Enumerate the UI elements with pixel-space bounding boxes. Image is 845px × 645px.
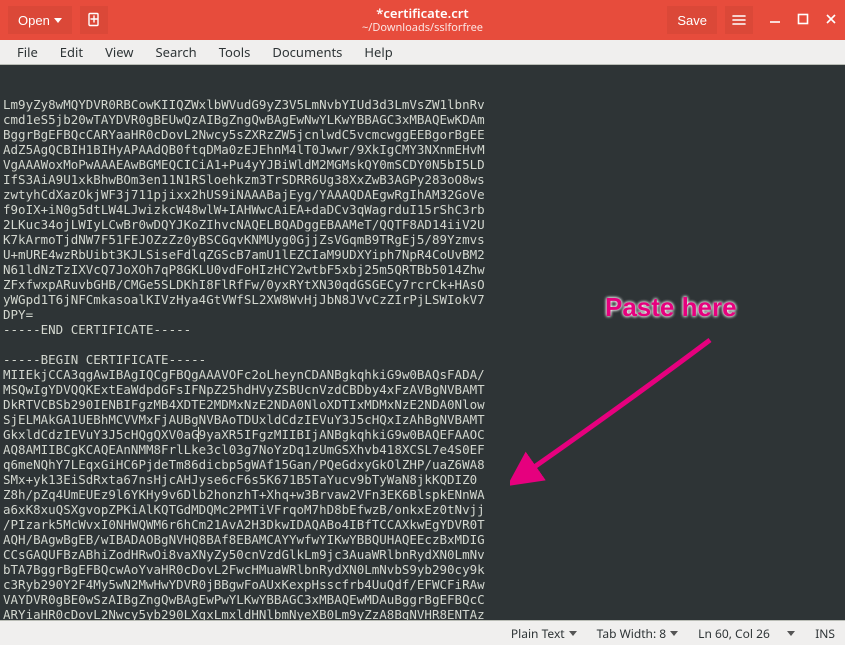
editor-line: AdZ5AgQCBIH1BIHyAPAAdQB0ftqDMa0zEJEhnM4l… xyxy=(3,142,842,157)
open-label: Open xyxy=(18,13,50,28)
editor-line: bTA7BggrBgEFBQcwAoYvaHR0cDovL2FwcHMuaWRl… xyxy=(3,562,842,577)
editor-line: VAYDVR0gBE0wSzAIBgZngQwBAgEwPwYLKwYBBAGC… xyxy=(3,592,842,607)
menu-search[interactable]: Search xyxy=(147,40,206,64)
editor-line: f9oIX+iN0g5dtLW4LJwizkcW48wlW+IAHWwcAiEA… xyxy=(3,202,842,217)
editor-line: zwtyhCdXazOkjWF3j711pjixx2hUS9iNAAABajEy… xyxy=(3,187,842,202)
editor-line: ZFxfwxpARuvbGHB/CMGe5SLDKhI8FlRfFw/0yxRY… xyxy=(3,277,842,292)
editor-line: AQH/BAgwBgEB/wIBADAOBgNVHQ8BAf8EBAMCAYYw… xyxy=(3,532,842,547)
editor-line: CCsGAQUFBzABhiZodHRwOi8vaXNyZy50cnVzdGlk… xyxy=(3,547,842,562)
editor-line: DkRTVCBSb290IENBIFgzMB4XDTE2MDMxNzE2NDA0… xyxy=(3,397,842,412)
window-subtitle: ~/Downloads/sslforfree xyxy=(362,21,483,35)
editor-line: -----BEGIN CERTIFICATE----- xyxy=(3,352,842,367)
menu-edit[interactable]: Edit xyxy=(51,40,92,64)
menu-tools[interactable]: Tools xyxy=(210,40,260,64)
chevron-down-icon xyxy=(787,631,795,636)
titlebar: Open *certificate.crt ~/Downloads/sslfor… xyxy=(0,0,845,40)
editor-line: U+mURE4wzRbUibt3KJLSiseFdlqZGScB7amU1lEZ… xyxy=(3,247,842,262)
window-title: *certificate.crt xyxy=(362,5,483,21)
tab-width-selector[interactable]: Tab Width: 8 xyxy=(597,625,679,642)
close-icon xyxy=(825,13,837,25)
editor-line: SMx+yk13EiSdRxta67nsHjcAHJyse6cF6s5K671B… xyxy=(3,472,842,487)
chevron-down-icon xyxy=(54,18,62,23)
hamburger-icon xyxy=(731,12,747,28)
editor-line: Z8h/pZq4UmEUEz9l6YKHy9v6Dlb2honzhT+Xhq+w… xyxy=(3,487,842,502)
menu-file[interactable]: File xyxy=(8,40,47,64)
menu-help[interactable]: Help xyxy=(355,40,401,64)
editor-line: K7kArmoTjdNW7F51FEJOZzZz0yBSCGqvKNMUyg0G… xyxy=(3,232,842,247)
editor-line: /PIzark5McWvxI0NHWQWM6r6hCm21AvA2H3DkwID… xyxy=(3,517,842,532)
editor-line: c3Ryb290Y2F4My5wN2MwHwYDVR0jBBgwFoAUxKex… xyxy=(3,577,842,592)
cursor-position[interactable]: Ln 60, Col 26 xyxy=(698,625,795,642)
save-label: Save xyxy=(677,13,707,28)
editor-line: GkxldCdzIEVuY3J5cHQgQXV0aG9yaXR5IFgzMIIB… xyxy=(3,427,842,442)
save-button[interactable]: Save xyxy=(667,6,717,34)
editor-line: IfS3AiA9U1xkBhwBOm3en11N1RSloehkzm3TrSDR… xyxy=(3,172,842,187)
editor-line: ARYiaHR0cDovL2Nwcy5yb290LXgxLmxldHNlbmNy… xyxy=(3,607,842,620)
editor-line: 2LKuc34ojLWIyLCwBr0wDQYJKoZIhvcNAQELBQAD… xyxy=(3,217,842,232)
editor-line: yWGpd1T6jNFCmkasoalKIVzHya4GtVWfSL2XW8Wv… xyxy=(3,292,842,307)
editor-line: Lm9yZy8wMQYDVR0RBCowKIIQZWxlbWVudG9yZ3V5… xyxy=(3,97,842,112)
maximize-button[interactable] xyxy=(797,13,809,28)
hamburger-menu-button[interactable] xyxy=(725,6,753,34)
minimize-icon xyxy=(769,13,781,25)
editor-line: N61ldNzTzIXVcQ7JoXOh7qP8GKLU0vdFoHIzHCY2… xyxy=(3,262,842,277)
maximize-icon xyxy=(797,13,809,25)
insert-mode[interactable]: INS xyxy=(815,625,835,642)
new-document-icon xyxy=(86,12,102,28)
open-button[interactable]: Open xyxy=(8,6,72,34)
editor-line: BggrBgEFBQcCARYaaHR0cDovL2Nwcy5sZXRzZW5j… xyxy=(3,127,842,142)
editor-line: DPY= xyxy=(3,307,842,322)
editor-line xyxy=(3,337,842,352)
new-document-button[interactable] xyxy=(80,6,108,34)
editor-line: MIIEkjCCA3qgAwIBAgIQCgFBQgAAAVOFc2oLheyn… xyxy=(3,367,842,382)
editor-line: cmd1eS5jb20wTAYDVR0gBEUwQzAIBgZngQwBAgEw… xyxy=(3,112,842,127)
editor-line: VgAAAWoxMoPwAAAEAwBGMEQCICiA1+Pu4yYJBiWl… xyxy=(3,157,842,172)
menu-documents[interactable]: Documents xyxy=(263,40,351,64)
tab-width-label: Tab Width: 8 xyxy=(597,625,667,642)
syntax-mode-selector[interactable]: Plain Text xyxy=(511,625,577,642)
text-editor[interactable]: Lm9yZy8wMQYDVR0RBCowKIIQZWxlbWVudG9yZ3V5… xyxy=(0,65,845,620)
editor-line: AQ8AMIIBCgKCAQEAnNMM8FrlLke3cl03g7NoYzDq… xyxy=(3,442,842,457)
menubar: File Edit View Search Tools Documents He… xyxy=(0,40,845,65)
editor-line: SjELMAkGA1UEBhMCVVMxFjAUBgNVBAoTDUxldCdz… xyxy=(3,412,842,427)
editor-line: MSQwIgYDVQQKExtEaWdpdGFsIFNpZ25hdHVyZSBU… xyxy=(3,382,842,397)
editor-line: a6xK8xuQSXgvopZPKiAlKQTGdMDQMc2PMTiVFrqo… xyxy=(3,502,842,517)
chevron-down-icon xyxy=(569,631,577,636)
close-button[interactable] xyxy=(825,13,837,28)
editor-line: q6meNQhY7LEqxGiHC6PjdeTm86dicbp5gWAf15Ga… xyxy=(3,457,842,472)
statusbar: Plain Text Tab Width: 8 Ln 60, Col 26 IN… xyxy=(0,620,845,645)
menu-view[interactable]: View xyxy=(96,40,142,64)
syntax-mode-label: Plain Text xyxy=(511,625,565,642)
minimize-button[interactable] xyxy=(769,13,781,28)
editor-line: -----END CERTIFICATE----- xyxy=(3,322,842,337)
chevron-down-icon xyxy=(670,631,678,636)
cursor-position-label: Ln 60, Col 26 xyxy=(698,625,770,642)
insert-mode-label: INS xyxy=(815,625,835,642)
